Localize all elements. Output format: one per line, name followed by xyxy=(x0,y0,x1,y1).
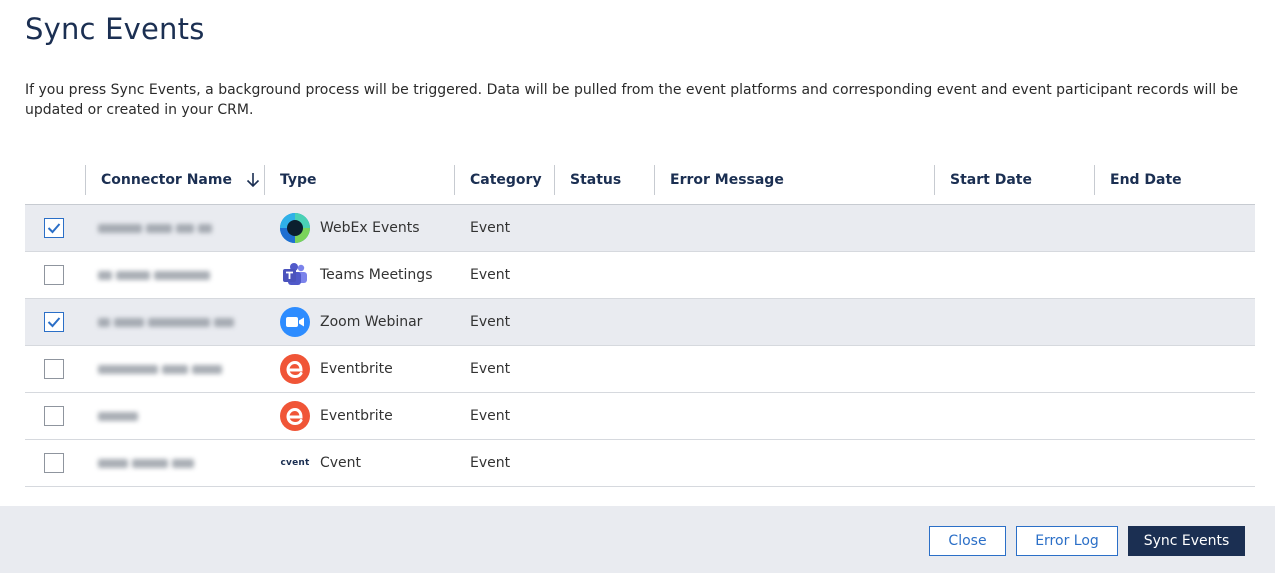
column-header-label: Connector Name xyxy=(101,172,232,188)
row-checkbox[interactable] xyxy=(44,218,64,238)
eventbrite-icon xyxy=(279,353,311,385)
type-cell: Eventbrite xyxy=(279,401,393,431)
zoom-icon xyxy=(279,306,311,338)
row-checkbox[interactable] xyxy=(44,359,64,379)
table-row[interactable]: WebEx Events Event xyxy=(25,205,1255,252)
table-row[interactable]: Teams Meetings Event xyxy=(25,252,1255,299)
type-cell: Eventbrite xyxy=(279,354,393,384)
category-cell: Event xyxy=(470,314,511,330)
table-row[interactable]: Eventbrite Event xyxy=(25,393,1255,440)
column-header-connector-name[interactable]: Connector Name xyxy=(85,165,265,195)
column-header-label: Error Message xyxy=(670,172,784,188)
connector-name-redacted xyxy=(98,312,248,332)
type-label: WebEx Events xyxy=(320,220,420,236)
type-cell: Teams Meetings xyxy=(279,260,433,290)
table-header: Connector Name Type Category Status Erro… xyxy=(25,157,1255,205)
type-cell: Zoom Webinar xyxy=(279,307,422,337)
column-header-label: Type xyxy=(280,172,317,188)
dialog-footer: Close Error Log Sync Events xyxy=(0,506,1275,573)
table-row[interactable]: Eventbrite Event xyxy=(25,346,1255,393)
sync-events-button[interactable]: Sync Events xyxy=(1128,526,1245,556)
page-title: Sync Events xyxy=(25,12,205,46)
teams-icon xyxy=(279,259,311,291)
column-header-error-message[interactable]: Error Message xyxy=(654,165,935,195)
row-checkbox[interactable] xyxy=(44,406,64,426)
connectors-table: Connector Name Type Category Status Erro… xyxy=(25,157,1255,487)
column-header-label: Category xyxy=(470,172,542,188)
arrow-down-icon[interactable] xyxy=(246,172,260,188)
table-row[interactable]: cvent Cvent Event xyxy=(25,440,1255,487)
category-cell: Event xyxy=(470,361,511,377)
row-checkbox[interactable] xyxy=(44,312,64,332)
column-header-type[interactable]: Type xyxy=(264,165,454,195)
connector-name-redacted xyxy=(98,218,248,238)
row-checkbox[interactable] xyxy=(44,453,64,473)
column-header-category[interactable]: Category xyxy=(454,165,554,195)
type-label: Eventbrite xyxy=(320,361,393,377)
column-header-label: End Date xyxy=(1110,172,1182,188)
connector-name-redacted xyxy=(98,406,248,426)
column-header-start-date[interactable]: Start Date xyxy=(934,165,1094,195)
connector-name-redacted xyxy=(98,359,248,379)
cvent-icon: cvent xyxy=(279,447,311,479)
eventbrite-icon xyxy=(279,400,311,432)
checkmark-icon xyxy=(47,317,61,328)
category-cell: Event xyxy=(470,408,511,424)
type-label: Teams Meetings xyxy=(320,267,433,283)
column-header-label: Start Date xyxy=(950,172,1032,188)
column-header-end-date[interactable]: End Date xyxy=(1094,165,1255,195)
cvent-logo-text: cvent xyxy=(280,458,310,468)
page-description: If you press Sync Events, a background p… xyxy=(25,82,1239,118)
error-log-button[interactable]: Error Log xyxy=(1016,526,1118,556)
connector-name-redacted xyxy=(98,265,248,285)
category-cell: Event xyxy=(470,220,511,236)
row-checkbox[interactable] xyxy=(44,265,64,285)
type-label: Zoom Webinar xyxy=(320,314,423,330)
type-cell: cvent Cvent xyxy=(279,448,361,478)
column-header-label: Status xyxy=(570,172,622,188)
webex-icon xyxy=(279,212,311,244)
column-header-status[interactable]: Status xyxy=(554,165,654,195)
connector-name-redacted xyxy=(98,453,248,473)
type-cell: WebEx Events xyxy=(279,213,420,243)
category-cell: Event xyxy=(470,267,511,283)
close-button[interactable]: Close xyxy=(929,526,1006,556)
table-row[interactable]: Zoom Webinar Event xyxy=(25,299,1255,346)
type-label: Eventbrite xyxy=(320,408,393,424)
type-label: Cvent xyxy=(320,455,362,471)
category-cell: Event xyxy=(470,455,511,471)
checkmark-icon xyxy=(47,223,61,234)
